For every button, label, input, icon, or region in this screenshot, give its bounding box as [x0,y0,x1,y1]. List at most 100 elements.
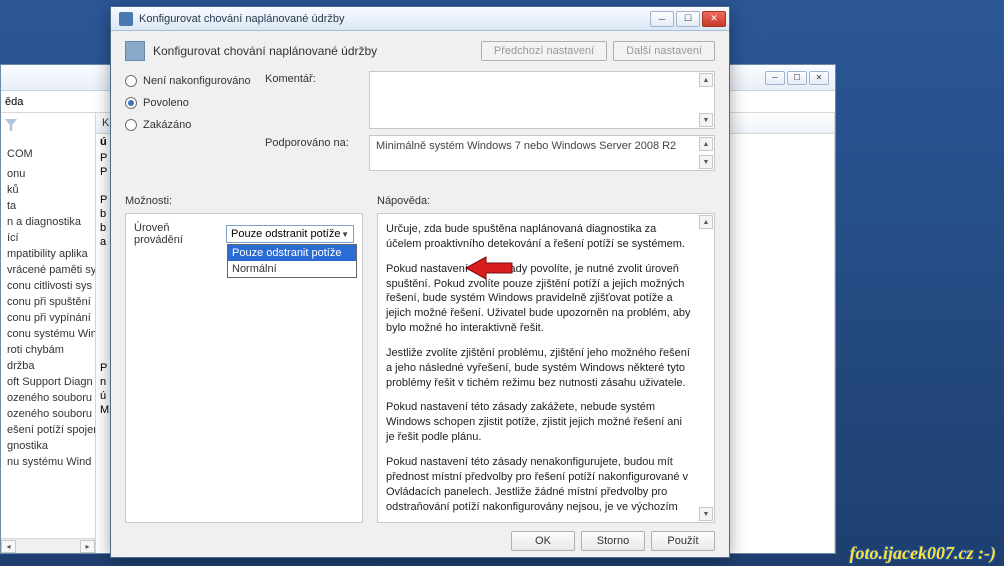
tree-item[interactable]: ící [3,230,95,246]
list-item [100,348,107,362]
options-pane: Úroveň provádění Pouze odstranit potíže … [125,213,363,523]
titlebar[interactable]: Konfigurovat chování naplánované údržby … [111,7,729,31]
back-maximize-button[interactable]: ☐ [787,71,807,85]
help-paragraph: Pokud nastavení této zásady nenakonfigur… [386,455,706,514]
tree-item[interactable]: vrácené paměti systé [3,262,95,278]
list-item [100,180,107,194]
tree-item[interactable]: ta [3,198,95,214]
help-paragraph: Určuje, zda bude spuštěna naplánovaná di… [386,222,706,252]
cancel-button[interactable]: Storno [581,531,645,551]
radio-label: Povoleno [143,97,189,109]
radio-label: Zakázáno [143,119,191,131]
list-item [100,264,107,278]
list-item [100,292,107,306]
comment-label: Komentář: [265,71,369,129]
tree-item[interactable]: ků [3,182,95,198]
scroll-left-arrow[interactable]: ◂ [1,540,16,553]
supported-textbox: Minimálně systém Windows 7 nebo Windows … [369,135,715,171]
list-item: P [100,166,107,180]
back-close-button[interactable]: ✕ [809,71,829,85]
list-item: P [100,152,107,166]
scroll-up-icon[interactable]: ▲ [699,215,713,229]
help-paragraph: Pokud nastavení této zásady povolíte, je… [386,262,706,336]
back-toolbar-label: ěda [5,96,23,108]
list-item: P [100,194,107,208]
app-icon [119,12,133,26]
radio-icon [125,75,137,87]
list-item [100,320,107,334]
close-button[interactable]: ✕ [702,11,726,27]
help-paragraph: Pokud nastavení této zásady zakážete, ne… [386,400,706,445]
supported-label: Podporováno na: [265,135,369,171]
watermark: foto.ijacek007.cz :-) [850,543,996,564]
back-col-k-body: ú [96,134,111,150]
minimize-button[interactable]: ─ [650,11,674,27]
radio-enabled[interactable]: Povoleno [125,97,265,109]
tree-item[interactable]: ozeného souboru [3,406,95,422]
chevron-down-icon: ▼ [341,230,349,239]
dropdown-item[interactable]: Pouze odstranit potíže [228,245,356,261]
maximize-button[interactable]: ☐ [676,11,700,27]
radio-not-configured[interactable]: Není nakonfigurováno [125,75,265,87]
scroll-down-icon[interactable]: ▼ [699,155,713,169]
back-tree[interactable]: COM onukůtan a diagnostikaícímpatibility … [1,113,96,553]
back-minimize-button[interactable]: ─ [765,71,785,85]
tree-item[interactable]: conu systému Win [3,326,95,342]
radio-icon [125,97,137,109]
scroll-down-icon[interactable]: ▼ [699,113,713,127]
list-item: n [100,376,107,390]
dropdown-item[interactable]: Normální [228,261,356,277]
level-combobox[interactable]: Pouze odstranit potíže ▼ Pouze odstranit… [226,225,354,243]
scroll-right-arrow[interactable]: ▸ [80,540,95,553]
list-item [100,334,107,348]
ok-button[interactable]: OK [511,531,575,551]
list-item [100,278,107,292]
window-title: Konfigurovat chování naplánované údržby [139,13,650,25]
comment-textbox[interactable]: ▲ ▼ [369,71,715,129]
apply-button[interactable]: Použít [651,531,715,551]
tree-item[interactable]: roti chybám [3,342,95,358]
back-left-scrollbar[interactable]: ◂ ▸ [1,538,95,553]
header-title: Konfigurovat chování naplánované údržby [153,44,377,58]
tree-item[interactable]: oft Support Diagn [3,374,95,390]
tree-item[interactable]: conu při vypínání [3,310,95,326]
back-col-k-head: K [96,113,111,134]
options-label: Možnosti: [125,195,377,207]
tree-item[interactable]: nu systému Wind [3,454,95,470]
level-label: Úroveň provádění [134,222,220,246]
tree-item[interactable]: držba [3,358,95,374]
scroll-up-icon[interactable]: ▲ [699,73,713,87]
list-item [100,250,107,264]
tree-item[interactable]: COM [3,146,95,162]
tree-item[interactable]: onu [3,166,95,182]
radio-icon [125,119,137,131]
tree-item[interactable]: conu při spuštění [3,294,95,310]
list-item: b [100,208,107,222]
next-setting-button[interactable]: Další nastavení [613,41,715,61]
level-dropdown: Pouze odstranit potíže Normální [227,244,357,278]
list-item: ú [100,390,107,404]
help-label: Nápověda: [377,195,430,207]
help-paragraph: Jestliže zvolíte zjištění problému, zjiš… [386,346,706,391]
header-icon [125,41,145,61]
tree-item[interactable]: ešení potíží spojen [3,422,95,438]
dialog-window: Konfigurovat chování naplánované údržby … [110,6,730,558]
list-item: P [100,362,107,376]
tree-item[interactable]: mpatibility aplika [3,246,95,262]
tree-item[interactable]: ozeného souboru [3,390,95,406]
tree-item[interactable]: n a diagnostika [3,214,95,230]
radio-label: Není nakonfigurováno [143,75,251,87]
scroll-up-icon[interactable]: ▲ [699,137,713,151]
list-item: M [100,404,107,418]
list-item: a [100,236,107,250]
list-item [100,306,107,320]
combo-value: Pouze odstranit potíže [231,228,340,240]
prev-setting-button[interactable]: Předchozí nastavení [481,41,607,61]
tree-item[interactable]: conu citlivosti sys [3,278,95,294]
help-pane: Určuje, zda bude spuštěna naplánovaná di… [377,213,715,523]
tree-item[interactable]: gnostika [3,438,95,454]
supported-text: Minimálně systém Windows 7 nebo Windows … [376,140,676,152]
scroll-down-icon[interactable]: ▼ [699,507,713,521]
radio-disabled[interactable]: Zakázáno [125,119,265,131]
filter-icon [5,119,17,131]
